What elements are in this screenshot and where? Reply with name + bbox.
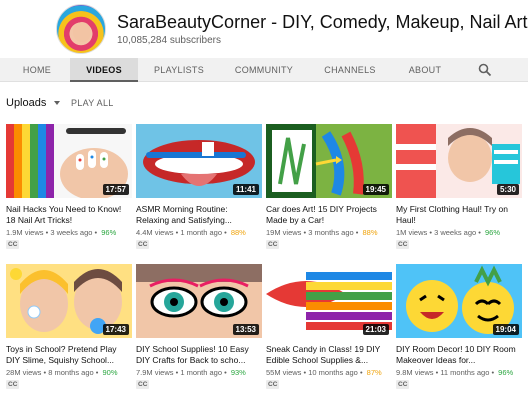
closed-captions-badge: CC: [266, 380, 280, 389]
closed-captions-badge: CC: [396, 240, 410, 249]
channel-title-text: SaraBeautyCorner - DIY, Comedy, Makeup, …: [117, 12, 528, 32]
video-thumbnail[interactable]: 19:04: [396, 264, 522, 338]
channel-title: SaraBeautyCorner - DIY, Comedy, Makeup, …: [117, 12, 528, 33]
closed-captions-badge: CC: [6, 240, 20, 249]
video-duration: 21:03: [362, 324, 389, 335]
video-thumbnail[interactable]: 17:57: [6, 124, 132, 198]
tab-home[interactable]: HOME: [12, 58, 62, 82]
like-rating: 88%: [362, 228, 378, 237]
video-thumbnail[interactable]: 19:45: [266, 124, 392, 198]
uploads-toolbar: Uploads PLAY ALL: [0, 90, 528, 118]
tab-channels[interactable]: CHANNELS: [316, 58, 384, 82]
video-title[interactable]: My First Clothing Haul! Try on Haul!: [396, 204, 522, 226]
like-rating: 93%: [230, 368, 246, 377]
closed-captions-badge: CC: [136, 240, 150, 249]
view-count: 55M views: [266, 368, 302, 377]
video-thumbnail[interactable]: 21:03: [266, 264, 392, 338]
channel-header: SaraBeautyCorner - DIY, Comedy, Makeup, …: [0, 0, 528, 58]
upload-age: 8 months ago: [48, 368, 94, 377]
video-meta: 28M views • 8 months ago • 90%: [6, 368, 118, 377]
view-count: 9.8M views: [396, 368, 434, 377]
upload-age: 3 weeks ago: [434, 228, 477, 237]
view-count: 1.9M views: [6, 228, 44, 237]
view-count: 7.9M views: [136, 368, 174, 377]
caret-down-icon: [54, 101, 61, 106]
like-rating: 90%: [102, 368, 118, 377]
upload-age: 10 months ago: [308, 368, 358, 377]
video-duration: 13:53: [232, 324, 259, 335]
tab-community[interactable]: COMMUNITY: [226, 58, 302, 82]
video-duration: 5:30: [496, 184, 519, 195]
subscriber-count: 10,085,284 subscribers: [117, 35, 221, 46]
closed-captions-badge: CC: [6, 380, 20, 389]
upload-age: 3 weeks ago: [50, 228, 93, 237]
video-meta: 9.8M views • 11 months ago • 96%: [396, 368, 514, 377]
tab-about[interactable]: ABOUT: [400, 58, 450, 82]
video-meta: 1M views • 3 weeks ago • 96%: [396, 228, 500, 237]
closed-captions-badge: CC: [136, 380, 150, 389]
video-title[interactable]: DIY Room Decor! 10 DIY Room Makeover Ide…: [396, 344, 522, 366]
video-title[interactable]: ASMR Morning Routine: Relaxing and Satis…: [136, 204, 262, 226]
video-meta: 4.4M views • 1 month ago • 88%: [136, 228, 246, 237]
like-rating: 96%: [484, 228, 500, 237]
video-title[interactable]: Toys in School? Pretend Play DIY Slime, …: [6, 344, 132, 366]
video-title[interactable]: DIY School Supplies! 10 Easy DIY Crafts …: [136, 344, 262, 366]
video-title[interactable]: Nail Hacks You Need to Know! 18 Nail Art…: [6, 204, 132, 226]
video-title[interactable]: Car does Art! 15 DIY Projects Made by a …: [266, 204, 392, 226]
view-count: 28M views: [6, 368, 42, 377]
video-duration: 11:41: [232, 184, 259, 195]
search-icon[interactable]: [478, 63, 492, 77]
upload-age: 11 months ago: [440, 368, 490, 377]
video-title[interactable]: Sneak Candy in Class! 19 DIY Edible Scho…: [266, 344, 392, 366]
video-meta: 1.9M views • 3 weeks ago • 96%: [6, 228, 117, 237]
tab-videos[interactable]: VIDEOS: [70, 58, 138, 82]
video-meta: 19M views • 3 months ago • 88%: [266, 228, 378, 237]
like-rating: 87%: [366, 368, 382, 377]
upload-age: 3 months ago: [308, 228, 354, 237]
tab-playlists[interactable]: PLAYLISTS: [146, 58, 212, 82]
video-duration: 17:43: [102, 324, 129, 335]
video-duration: 17:57: [102, 184, 129, 195]
sort-label: Uploads: [6, 97, 47, 109]
video-duration: 19:45: [362, 184, 389, 195]
video-thumbnail[interactable]: 5:30: [396, 124, 522, 198]
channel-avatar[interactable]: [56, 4, 106, 54]
video-thumbnail[interactable]: 13:53: [136, 264, 262, 338]
closed-captions-badge: CC: [266, 240, 280, 249]
upload-age: 1 month ago: [180, 228, 223, 237]
view-count: 1M views: [396, 228, 428, 237]
like-rating: 88%: [230, 228, 246, 237]
video-meta: 55M views • 10 months ago • 87%: [266, 368, 382, 377]
channel-tabs: HOME VIDEOS PLAYLISTS COMMUNITY CHANNELS…: [0, 58, 528, 82]
upload-age: 1 month ago: [180, 368, 223, 377]
like-rating: 96%: [498, 368, 514, 377]
avatar-face: [73, 22, 91, 42]
play-all-button[interactable]: PLAY ALL: [71, 98, 114, 108]
video-duration: 19:04: [492, 324, 519, 335]
closed-captions-badge: CC: [396, 380, 410, 389]
sort-dropdown[interactable]: Uploads: [6, 97, 61, 109]
like-rating: 96%: [101, 228, 117, 237]
video-thumbnail[interactable]: 11:41: [136, 124, 262, 198]
video-meta: 7.9M views • 1 month ago • 93%: [136, 368, 246, 377]
video-thumbnail[interactable]: 17:43: [6, 264, 132, 338]
view-count: 4.4M views: [136, 228, 174, 237]
view-count: 19M views: [266, 228, 302, 237]
